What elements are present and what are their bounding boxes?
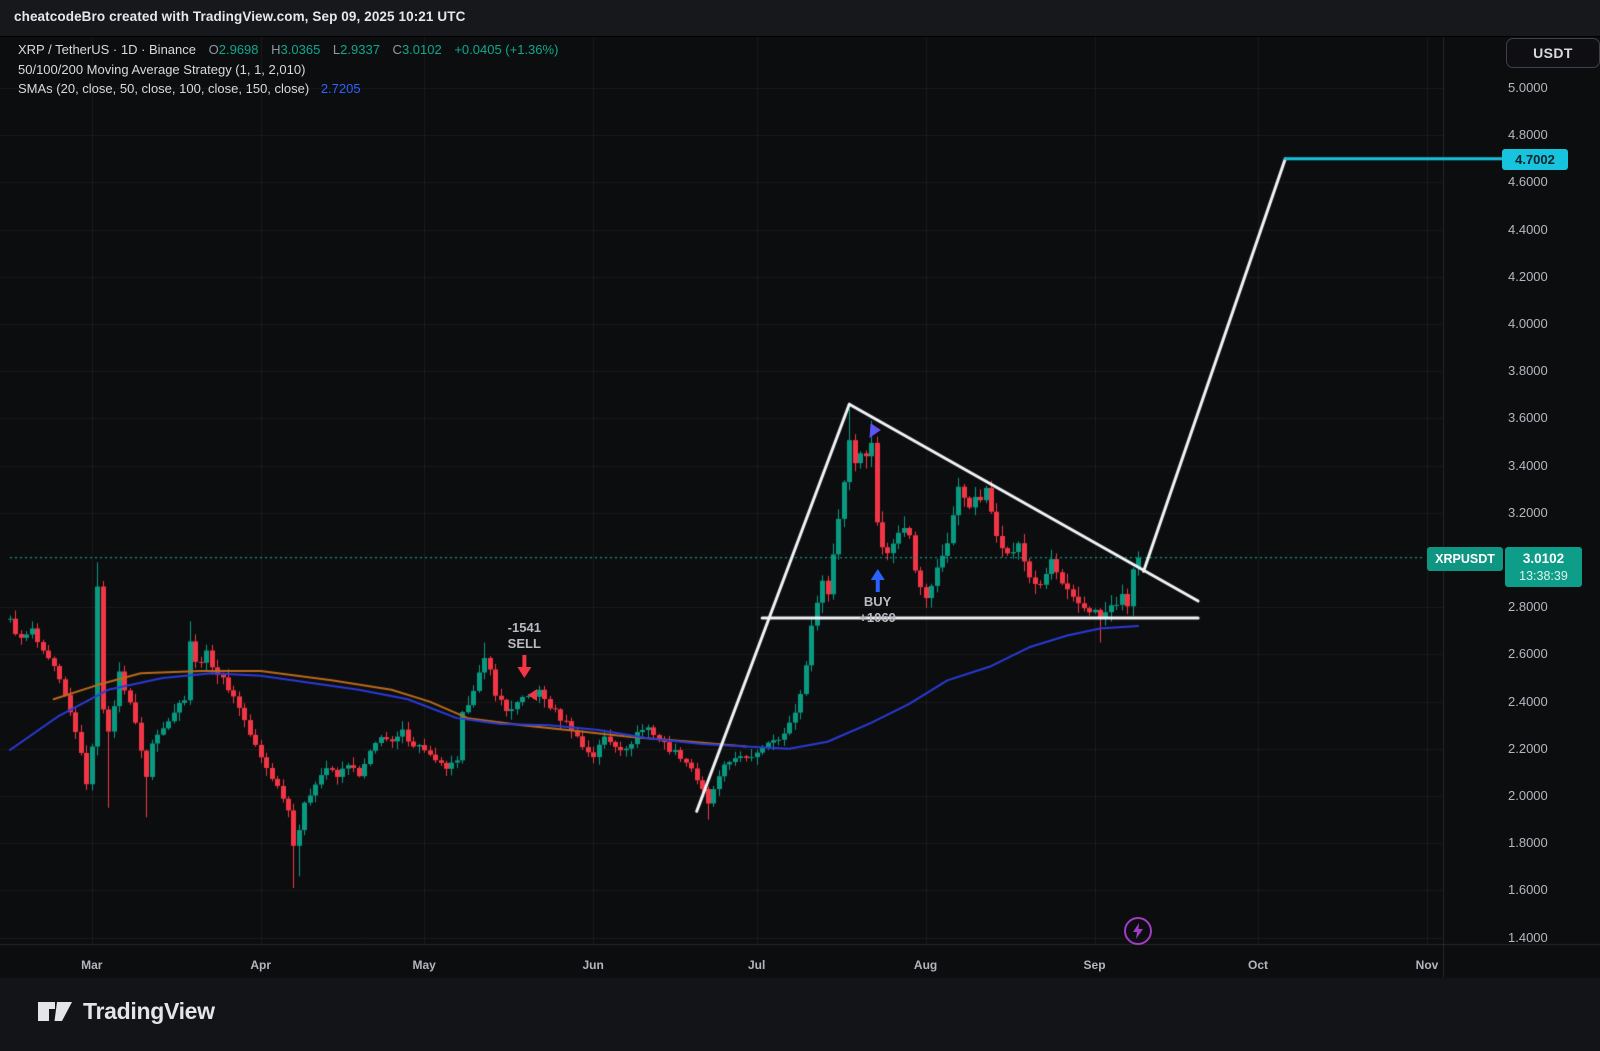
current-price-tag: 3.0102 13:38:39 [1505, 547, 1582, 587]
low-value: 2.9337 [340, 42, 380, 57]
buy-signal-marker: BUY +1069 [859, 566, 896, 626]
time-axis-month-label: Nov [1416, 958, 1439, 972]
change-value: +0.0405 (+1.36%) [454, 42, 558, 57]
open-value: 2.9698 [219, 42, 259, 57]
candle-countdown: 13:38:39 [1519, 568, 1568, 584]
price-axis-label: 2.2000 [1508, 741, 1548, 757]
high-label: H [271, 42, 280, 57]
time-axis-month-label: Apr [250, 958, 271, 972]
tradingview-logo-text: TradingView [83, 998, 215, 1025]
price-axis-label: 1.4000 [1508, 930, 1548, 946]
price-axis-label: 2.0000 [1508, 788, 1548, 804]
time-axis-month-label: Sep [1084, 958, 1106, 972]
price-axis-label: 2.6000 [1508, 646, 1548, 662]
target-price-tag: 4.7002 [1502, 149, 1568, 170]
price-axis-label: 4.2000 [1508, 269, 1548, 285]
close-value: 3.0102 [402, 42, 442, 57]
price-axis-label: 3.6000 [1508, 410, 1548, 426]
sell-label-text: SELL [508, 636, 541, 652]
sell-signal-marker: -1541 SELL [508, 620, 541, 678]
price-axis-label: 3.4000 [1508, 458, 1548, 474]
sell-pnl-text: -1541 [508, 620, 541, 636]
high-value: 3.0365 [281, 42, 321, 57]
time-axis-month-label: May [413, 958, 436, 972]
buy-label-text: BUY [859, 594, 896, 610]
buy-pnl-text: +1069 [859, 610, 896, 626]
legend-strategy-row[interactable]: 50/100/200 Moving Average Strategy (1, 1… [18, 62, 305, 77]
legend-symbol-row[interactable]: XRP / TetherUS · 1D · Binance O2.9698 H3… [18, 42, 558, 57]
current-price-value: 3.0102 [1523, 549, 1564, 568]
price-axis-label: 5.0000 [1508, 80, 1548, 96]
price-axis-label: 4.8000 [1508, 127, 1548, 143]
mouse-cursor-icon [869, 424, 881, 438]
top-bar: cheatcodeBro created with TradingView.co… [0, 0, 1600, 37]
tradingview-chart-window: cheatcodeBro created with TradingView.co… [0, 0, 1600, 1051]
price-axis-label: 4.4000 [1508, 222, 1548, 238]
price-axis-label: 4.0000 [1508, 316, 1548, 332]
time-axis-month-label: Oct [1248, 958, 1268, 972]
smas-value: 2.7205 [321, 81, 361, 96]
attribution-text: cheatcodeBro created with TradingView.co… [14, 9, 465, 24]
lightning-badge-icon [1124, 917, 1152, 945]
currency-usdt-button[interactable]: USDT [1506, 38, 1600, 68]
order-fill-arrow-icon [528, 689, 537, 701]
price-axis-label: 3.8000 [1508, 363, 1548, 379]
buy-arrow-up-icon [871, 569, 885, 592]
smas-title: SMAs (20, close, 50, close, 100, close, … [18, 81, 309, 96]
time-axis-month-label: Jun [582, 958, 603, 972]
price-axis-label: 1.6000 [1508, 882, 1548, 898]
time-axis-month-label: Mar [81, 958, 102, 972]
sell-arrow-down-icon [517, 655, 531, 678]
price-axis-label: 4.6000 [1508, 174, 1548, 190]
time-axis-month-label: Aug [914, 958, 937, 972]
price-chart-canvas[interactable] [0, 0, 1600, 1051]
legend-smas-row[interactable]: SMAs (20, close, 50, close, 100, close, … [18, 81, 361, 96]
price-axis-label: 2.8000 [1508, 599, 1548, 615]
tradingview-logo[interactable]: TradingView [38, 998, 215, 1025]
price-axis-label: 3.2000 [1508, 505, 1548, 521]
strategy-title: 50/100/200 Moving Average Strategy (1, 1… [18, 62, 305, 77]
symbol-price-tag: XRPUSDT [1427, 547, 1503, 571]
open-label: O [209, 42, 219, 57]
time-axis-month-label: Jul [748, 958, 765, 972]
symbol-title: XRP / TetherUS · 1D · Binance [18, 42, 196, 57]
price-axis-label: 1.8000 [1508, 835, 1548, 851]
close-label: C [393, 42, 402, 57]
tradingview-logo-icon [38, 1002, 72, 1021]
price-axis-label: 2.4000 [1508, 694, 1548, 710]
